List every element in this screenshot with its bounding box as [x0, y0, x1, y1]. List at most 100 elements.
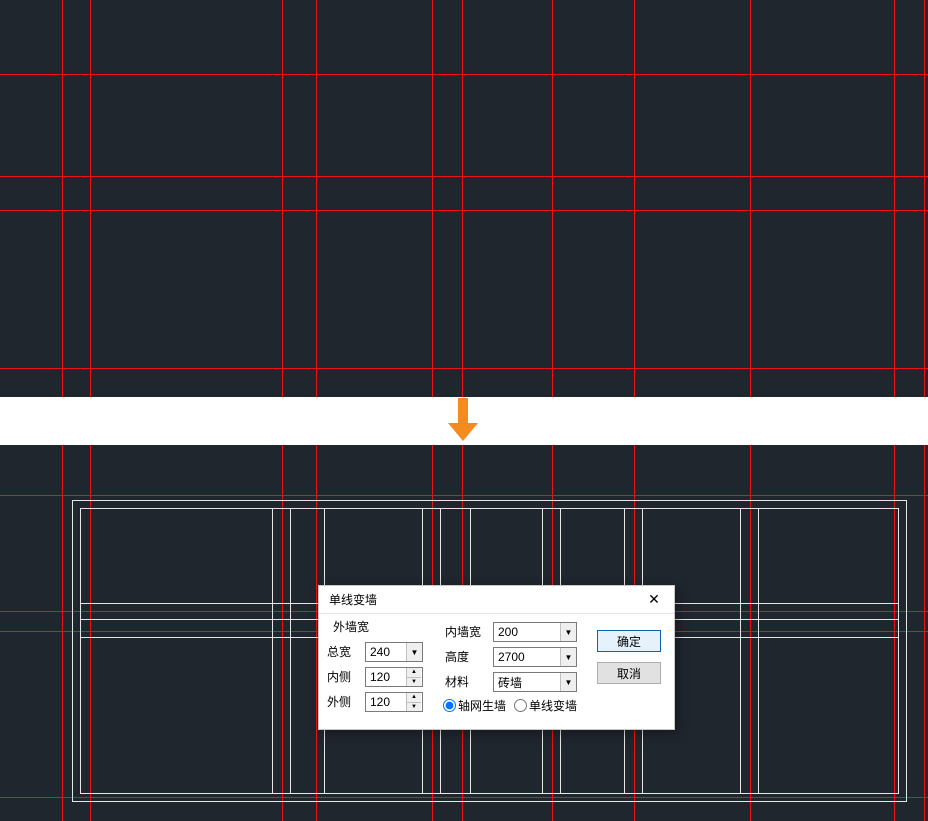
radio-single-input[interactable]	[514, 699, 527, 712]
grid-line-vertical	[316, 445, 317, 821]
spinner-up-icon[interactable]: ▲	[407, 693, 421, 703]
grid-line-vertical	[894, 0, 895, 397]
spinner-up-icon[interactable]: ▲	[407, 668, 421, 678]
wall-line	[740, 637, 741, 794]
spinner-down-icon[interactable]: ▼	[407, 703, 421, 712]
wall-line	[758, 508, 898, 509]
wall-line	[290, 793, 324, 794]
combo-height[interactable]: 2700 ▼	[493, 647, 577, 667]
wall-line	[72, 500, 906, 501]
wall-line	[758, 508, 759, 603]
grid-line-vertical	[282, 0, 283, 397]
grid-line-vertical	[90, 445, 91, 821]
separator-gap	[0, 397, 928, 445]
dialog-titlebar[interactable]: 单线变墙 ✕	[319, 586, 674, 614]
wall-line	[80, 508, 81, 603]
wall-line	[560, 508, 624, 509]
combo-total-width[interactable]: 240 ▼	[365, 642, 423, 662]
wall-line	[740, 508, 741, 604]
wall-line	[272, 637, 273, 794]
wall-line	[898, 603, 899, 637]
label-inner-wall-width: 内墙宽	[445, 622, 481, 642]
chevron-down-icon[interactable]: ▼	[560, 623, 576, 641]
combo-material-value: 砖墙	[494, 674, 560, 691]
grid-line-vertical	[282, 445, 283, 821]
wall-line	[470, 508, 542, 509]
radio-grid-to-wall[interactable]: 轴网生墙	[443, 697, 506, 714]
wall-line	[560, 793, 624, 794]
wall-line	[272, 508, 273, 604]
wall-line	[272, 603, 273, 637]
dialog-single-line-to-wall: 单线变墙 ✕ 外墙宽 总宽 内侧 外侧 内墙宽 高度 材料 240 ▼ ▲ ▼	[318, 585, 675, 730]
radio-single-label: 单线变墙	[529, 697, 577, 714]
grid-line-horizontal	[0, 495, 928, 496]
combo-inner-wall-width[interactable]: 200 ▼	[493, 622, 577, 642]
label-outer-side: 外侧	[327, 692, 351, 712]
wall-line	[72, 801, 906, 802]
grid-line-vertical	[62, 0, 63, 397]
grid-line-vertical	[316, 0, 317, 397]
grid-line-horizontal	[0, 797, 928, 798]
radio-grid-label: 轴网生墙	[458, 697, 506, 714]
label-material: 材料	[445, 672, 469, 692]
grid-line-vertical	[62, 445, 63, 821]
grid-line-vertical	[924, 0, 925, 397]
wall-line	[906, 500, 907, 802]
grid-line-vertical	[90, 0, 91, 397]
grid-line-horizontal	[0, 368, 928, 369]
wall-line	[758, 637, 759, 793]
cancel-button[interactable]: 取消	[597, 662, 661, 684]
grid-line-vertical	[634, 0, 635, 397]
grid-line-vertical	[552, 0, 553, 397]
wall-line	[642, 793, 740, 794]
ok-button[interactable]: 确定	[597, 630, 661, 652]
wall-line	[290, 508, 324, 509]
radio-grid-input[interactable]	[443, 699, 456, 712]
close-icon[interactable]: ✕	[640, 589, 668, 611]
spinner-outer-side[interactable]: ▲ ▼	[365, 692, 423, 712]
wall-line	[72, 500, 73, 801]
combo-inner-wall-width-value: 200	[494, 625, 560, 639]
combo-total-width-value: 240	[366, 645, 406, 659]
wall-line	[642, 508, 740, 509]
wall-line	[80, 637, 81, 793]
label-outer-wall-width: 外墙宽	[333, 617, 369, 637]
combo-material[interactable]: 砖墙 ▼	[493, 672, 577, 692]
grid-line-vertical	[924, 445, 925, 821]
wall-line	[470, 793, 542, 794]
grid-line-vertical	[432, 0, 433, 397]
cad-canvas-before[interactable]	[0, 0, 928, 397]
grid-line-vertical	[894, 445, 895, 821]
radio-group-mode: 轴网生墙 单线变墙	[443, 697, 577, 714]
wall-line	[290, 603, 291, 637]
wall-line	[422, 508, 440, 509]
wall-line	[80, 793, 272, 794]
chevron-down-icon[interactable]: ▼	[406, 643, 422, 661]
spinner-inner-side-input[interactable]	[366, 668, 406, 686]
label-total-width: 总宽	[327, 642, 351, 662]
radio-single-line-to-wall[interactable]: 单线变墙	[514, 697, 577, 714]
grid-line-horizontal	[0, 210, 928, 211]
wall-line	[758, 603, 759, 637]
grid-line-vertical	[462, 0, 463, 397]
spinner-down-icon[interactable]: ▼	[407, 678, 421, 687]
wall-line	[740, 603, 741, 637]
wall-line	[290, 508, 291, 603]
wall-line	[898, 508, 899, 604]
spinner-inner-side[interactable]: ▲ ▼	[365, 667, 423, 687]
grid-line-horizontal	[0, 74, 928, 75]
dialog-title: 单线变墙	[329, 591, 640, 608]
wall-line	[290, 637, 291, 793]
chevron-down-icon[interactable]: ▼	[560, 673, 576, 691]
spinner-outer-side-input[interactable]	[366, 693, 406, 711]
wall-line	[80, 508, 272, 509]
dialog-body: 外墙宽 总宽 内侧 外侧 内墙宽 高度 材料 240 ▼ ▲ ▼ ▲ ▼	[319, 614, 674, 729]
wall-line	[422, 793, 440, 794]
chevron-down-icon[interactable]: ▼	[560, 648, 576, 666]
wall-line	[898, 637, 899, 794]
label-inner-side: 内侧	[327, 667, 351, 687]
wall-line	[80, 603, 81, 637]
wall-line	[758, 793, 898, 794]
grid-line-vertical	[750, 445, 751, 821]
grid-line-horizontal	[0, 176, 928, 177]
